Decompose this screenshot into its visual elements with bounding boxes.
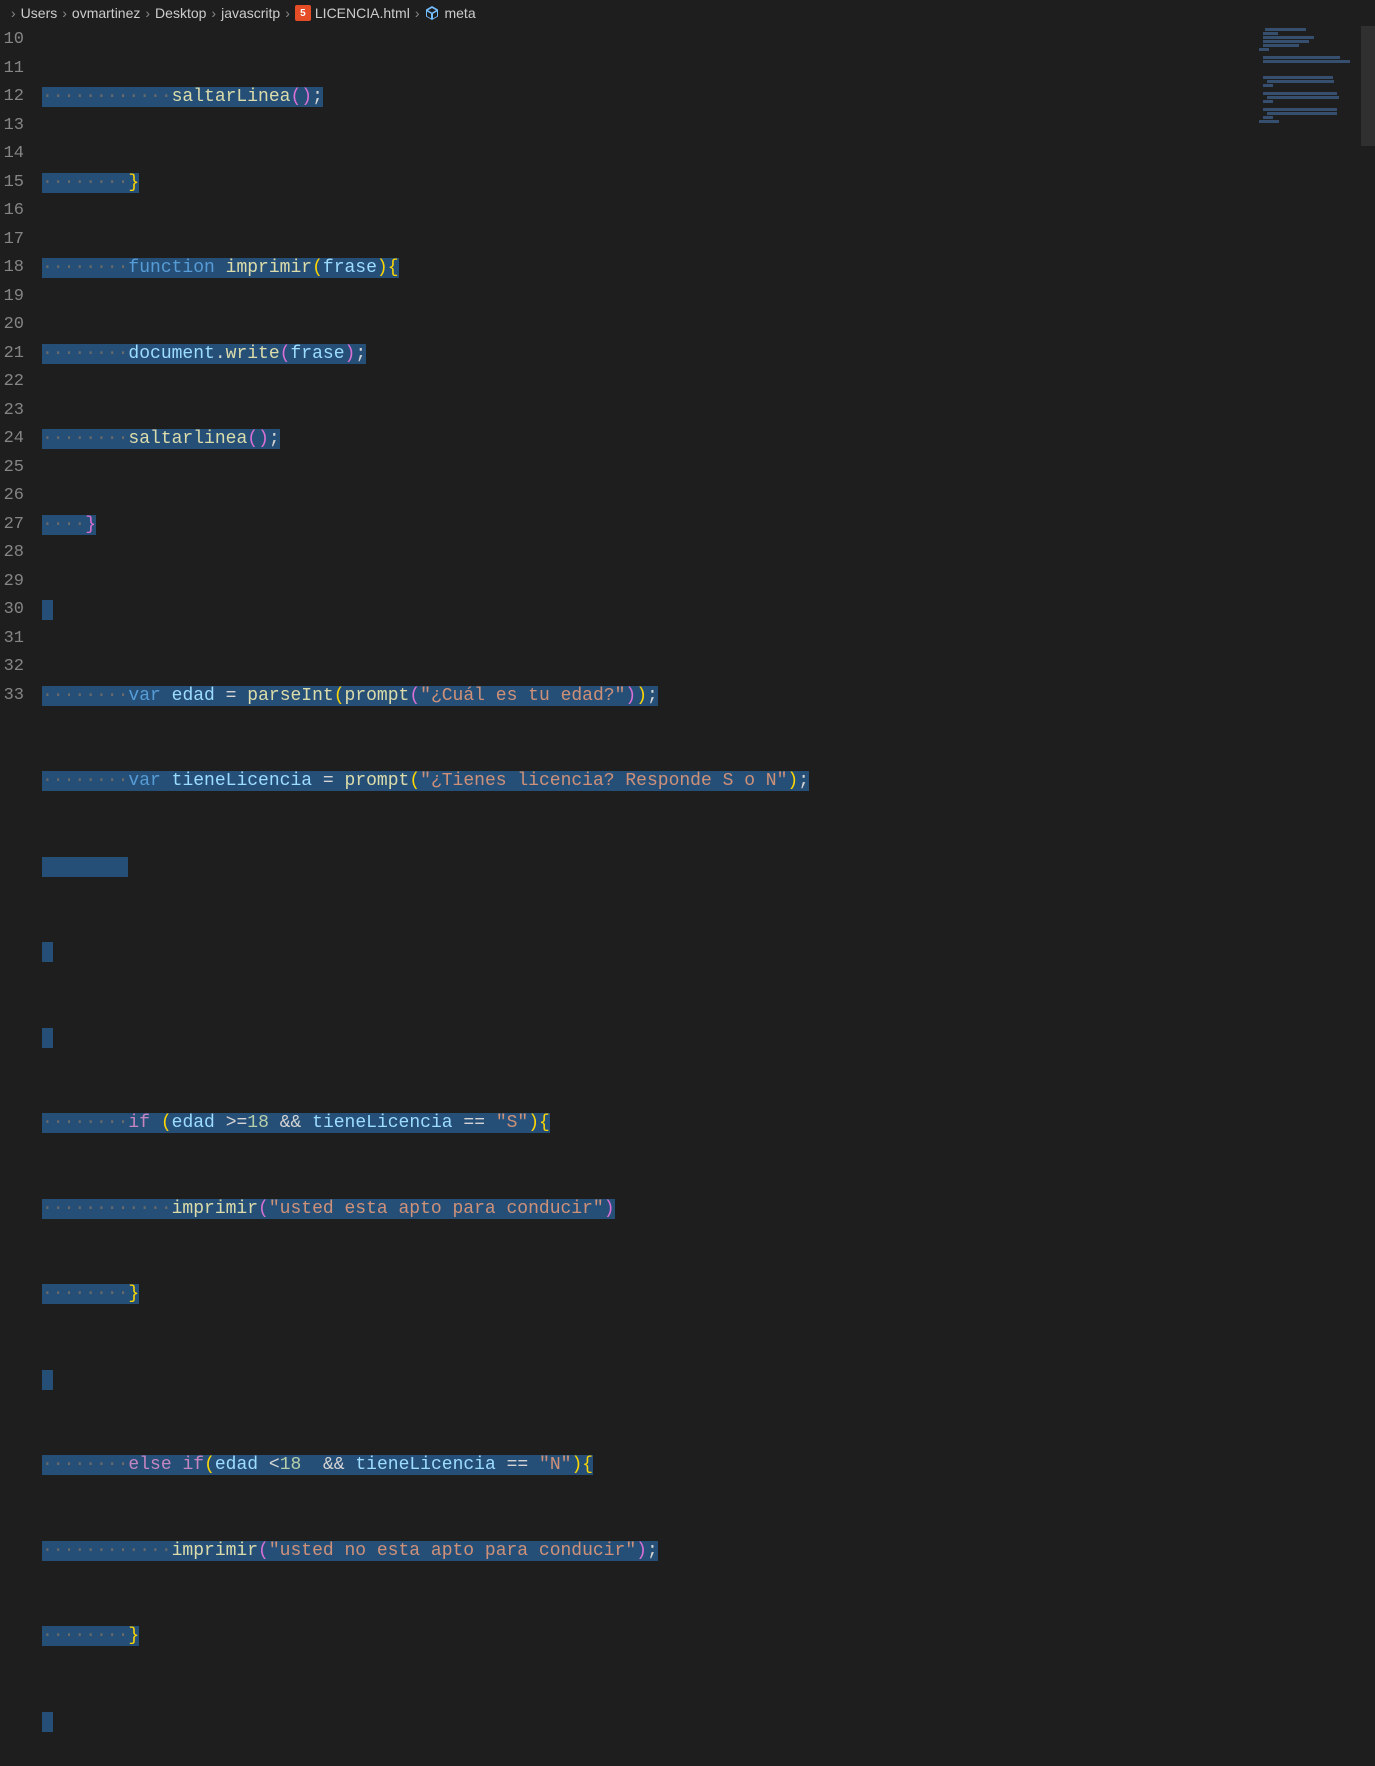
code-line[interactable]	[42, 596, 1375, 625]
line-number: 26	[0, 482, 24, 511]
line-number: 18	[0, 254, 24, 283]
html5-icon: 5	[295, 5, 311, 21]
code-line[interactable]	[42, 1708, 1375, 1737]
code-line[interactable]: ····}	[42, 511, 1375, 540]
line-number: 13	[0, 112, 24, 141]
line-number: 25	[0, 454, 24, 483]
breadcrumb-file-label: LICENCIA.html	[315, 5, 410, 21]
code-line[interactable]	[42, 938, 1375, 967]
code-line[interactable]: ········else if(edad <18 && tieneLicenci…	[42, 1451, 1375, 1480]
code-line[interactable]: ············imprimir("usted no esta apto…	[42, 1537, 1375, 1566]
chevron-right-icon: ›	[415, 5, 420, 21]
editor[interactable]: 1011121314151617181920212223242526272829…	[0, 26, 1375, 883]
scrollbar-thumb[interactable]	[1361, 26, 1375, 146]
code-line[interactable]: ········function imprimir(frase){	[42, 254, 1375, 283]
chevron-right-icon: ›	[285, 5, 290, 21]
chevron-right-icon: ›	[211, 5, 216, 21]
code-line[interactable]: ········}	[42, 169, 1375, 198]
line-number: 21	[0, 340, 24, 369]
symbol-icon	[424, 5, 440, 21]
breadcrumb-item[interactable]: ovmartinez	[72, 5, 140, 21]
breadcrumb-item-symbol[interactable]: meta	[424, 5, 475, 21]
breadcrumb-item[interactable]: Users	[21, 5, 58, 21]
line-number: 28	[0, 539, 24, 568]
line-number: 12	[0, 83, 24, 112]
code-line[interactable]: ········if (edad >=18 && tieneLicencia =…	[42, 1109, 1375, 1138]
line-number: 11	[0, 55, 24, 84]
minimap[interactable]	[1251, 26, 1361, 883]
line-number: 20	[0, 311, 24, 340]
breadcrumb-item[interactable]: Desktop	[155, 5, 206, 21]
line-number: 32	[0, 653, 24, 682]
line-number: 22	[0, 368, 24, 397]
line-number: 33	[0, 682, 24, 711]
code-line[interactable]: ········}	[42, 1622, 1375, 1651]
vertical-scrollbar[interactable]	[1361, 26, 1375, 883]
code-line[interactable]	[42, 1366, 1375, 1395]
code-line[interactable]: ········}	[42, 1280, 1375, 1309]
line-number: 23	[0, 397, 24, 426]
code-line[interactable]: ········saltarlinea();	[42, 425, 1375, 454]
chevron-right-icon: ›	[11, 5, 16, 21]
breadcrumb-symbol-label: meta	[444, 5, 475, 21]
code-line[interactable]: ············saltarLinea();	[42, 83, 1375, 112]
minimap-content	[1255, 28, 1357, 124]
code-content[interactable]: ············saltarLinea(); ········} ···…	[42, 26, 1375, 883]
line-number-gutter: 1011121314151617181920212223242526272829…	[0, 26, 42, 883]
code-line[interactable]: ········var tieneLicencia = prompt("¿Tie…	[42, 767, 1375, 796]
line-number: 30	[0, 596, 24, 625]
code-line[interactable]: ········var edad = parseInt(prompt("¿Cuá…	[42, 682, 1375, 711]
breadcrumb-item-file[interactable]: 5 LICENCIA.html	[295, 5, 410, 21]
chevron-right-icon: ›	[145, 5, 150, 21]
line-number: 16	[0, 197, 24, 226]
breadcrumb: › Users › ovmartinez › Desktop › javascr…	[0, 0, 1375, 26]
line-number: 14	[0, 140, 24, 169]
line-number: 15	[0, 169, 24, 198]
line-number: 10	[0, 26, 24, 55]
code-line[interactable]	[42, 1024, 1375, 1053]
line-number: 19	[0, 283, 24, 312]
line-number: 29	[0, 568, 24, 597]
code-line[interactable]: ········document.write(frase);	[42, 340, 1375, 369]
line-number: 27	[0, 511, 24, 540]
breadcrumb-item[interactable]: javascritp	[221, 5, 280, 21]
code-line[interactable]: ············imprimir("usted esta apto pa…	[42, 1195, 1375, 1224]
line-number: 17	[0, 226, 24, 255]
code-line[interactable]	[42, 853, 1375, 882]
line-number: 24	[0, 425, 24, 454]
chevron-right-icon: ›	[62, 5, 67, 21]
line-number: 31	[0, 625, 24, 654]
